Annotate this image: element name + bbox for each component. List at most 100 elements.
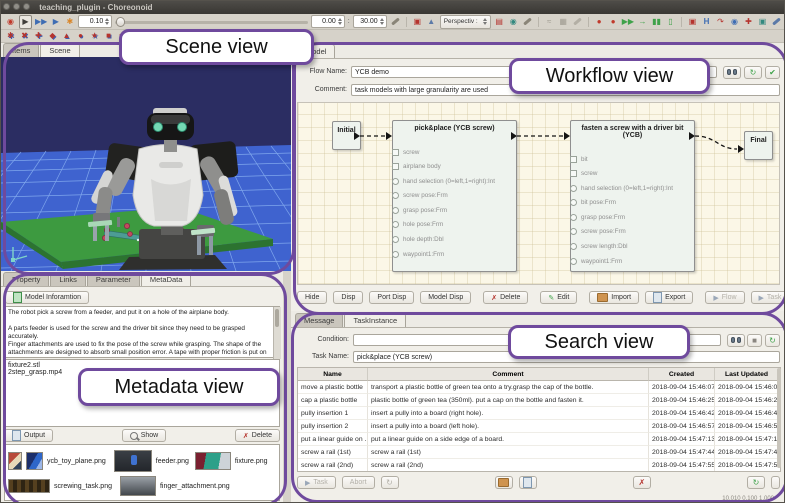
panel-icon[interactable]: ▣ [757, 16, 768, 28]
play-icon[interactable]: ▶ [50, 16, 61, 28]
teaching-tool-icon-4[interactable]: ◆ [47, 30, 58, 42]
disp-button[interactable]: Disp [333, 291, 364, 304]
collision-sphere-icon-2[interactable]: ● [608, 16, 619, 28]
port-marker-icon[interactable] [392, 177, 399, 185]
range-end-spinbox[interactable]: 30.00 [352, 15, 387, 28]
cell-name[interactable]: move a plastic bottle [298, 381, 368, 394]
port-marker-icon[interactable] [392, 163, 399, 171]
cell-created[interactable]: 2018-09-04 15:47:13 [649, 433, 715, 446]
cell-created[interactable]: 2018-09-04 15:46:07 [649, 381, 715, 394]
teaching-tool-icon-6[interactable]: ● [75, 30, 86, 42]
cell-updated[interactable]: 2018-09-04 15:47:13 [715, 433, 778, 446]
port-row[interactable]: bit pose:Frm [570, 199, 694, 207]
port-row[interactable]: waypoint1:Frm [392, 250, 516, 258]
tab-links[interactable]: Links [50, 272, 86, 286]
port-marker-icon[interactable] [570, 170, 577, 178]
window-maximize-icon[interactable] [23, 3, 30, 10]
run-task-button[interactable]: ▶ Task [297, 476, 336, 489]
teaching-tool-icon-1[interactable]: ✱ [5, 30, 16, 42]
cell-comment[interactable]: screw a rail (1st) [368, 446, 649, 459]
delete-file-button[interactable]: ✗ Delete [234, 429, 281, 442]
tab-items[interactable]: Items [3, 43, 40, 57]
collision-sphere-icon[interactable]: ● [594, 16, 605, 28]
port-marker-icon[interactable] [392, 148, 399, 156]
port-row[interactable]: bit [570, 155, 694, 163]
cell-name[interactable]: pully insertion 2 [298, 420, 368, 433]
node-pick-and-place[interactable]: pick&place (YCB screw) screw airplane bo… [392, 120, 517, 272]
thumbnail-image[interactable] [8, 479, 50, 493]
cell-comment[interactable]: insert a pully into a board (right hole)… [368, 407, 649, 420]
model-disp-button[interactable]: Model Disp [420, 291, 472, 304]
port-row[interactable]: hand selection (0=left,1=right):Int [392, 177, 516, 185]
cell-comment[interactable]: insert a pully into a board (left hole). [368, 420, 649, 433]
time-config-wrench-icon[interactable] [390, 16, 401, 28]
teaching-tool-icon-5[interactable]: ▲ [61, 30, 72, 42]
teaching-tool-icon-2[interactable]: ✖ [19, 30, 30, 42]
seek-forward-icon[interactable]: ▶▶ [622, 16, 634, 28]
thumbnail-image[interactable] [26, 452, 43, 470]
cell-created[interactable]: 2018-09-04 15:46:57 [649, 420, 715, 433]
cell-created[interactable]: 2018-09-04 15:47:44 [649, 446, 715, 459]
tab-message[interactable]: Message [295, 313, 344, 327]
col-header-name[interactable]: Name [298, 368, 368, 381]
graph-config-wrench-icon[interactable] [572, 16, 583, 28]
cell-updated[interactable]: 2018-09-04 15:46:42 [715, 407, 778, 420]
stop-icon[interactable]: ▯ [665, 16, 676, 28]
projection-select[interactable]: Perspectiv : [439, 14, 491, 29]
port-row[interactable]: airplane body [392, 163, 516, 171]
tab-taskinstance[interactable]: TaskInstance [344, 313, 407, 327]
teaching-tool-icon-7[interactable]: ★ [89, 30, 100, 42]
tab-property[interactable]: Property [3, 272, 50, 286]
world-icon[interactable]: ◉ [508, 16, 519, 28]
rotate-view-icon[interactable]: ↷ [715, 16, 726, 28]
port-marker-icon[interactable] [570, 199, 577, 207]
thumbnail-image[interactable] [119, 476, 156, 496]
delete-button[interactable]: ✗ Delete [483, 291, 529, 304]
collision-detect-icon[interactable]: ✱ [64, 16, 75, 28]
fit-view-icon[interactable]: H [701, 16, 712, 28]
port-marker-icon[interactable] [570, 228, 577, 236]
delete-task-button[interactable]: ✗ [632, 476, 651, 489]
capture-icon[interactable]: ▣ [687, 16, 698, 28]
port-row[interactable]: screw pose:Frm [570, 228, 694, 236]
export-task-button[interactable] [518, 476, 537, 489]
cell-created[interactable]: 2018-09-04 15:46:42 [649, 407, 715, 420]
port-disp-button[interactable]: Port Disp [369, 291, 415, 304]
cell-updated[interactable]: 2018-09-04 15:46:07 [715, 381, 778, 394]
tab-metadata[interactable]: MetaData [140, 272, 192, 286]
scene-edit-icon[interactable]: ▣ [412, 16, 423, 28]
time-step-spinbox[interactable]: 0.10 [78, 15, 113, 28]
step-forward-icon[interactable]: → [637, 16, 648, 28]
cell-updated[interactable]: 2018-09-04 15:46:25 [715, 394, 778, 407]
port-marker-icon[interactable] [392, 192, 399, 200]
teaching-tool-icon-3[interactable]: ✚ [33, 30, 44, 42]
cell-name[interactable]: pully insertion 1 [298, 407, 368, 420]
search-button[interactable] [727, 334, 745, 347]
hide-button[interactable]: Hide [297, 291, 328, 304]
cross-marker-icon[interactable]: ✚ [743, 16, 754, 28]
thumbnail-image[interactable] [113, 450, 152, 472]
port-row[interactable]: hole pose:Frm [392, 221, 516, 229]
refresh-search-button[interactable]: ↻ [765, 334, 780, 347]
simulation-start-icon[interactable]: ▶ [19, 14, 32, 29]
table-scrollbar[interactable] [777, 368, 781, 468]
window-close-icon[interactable] [3, 3, 10, 10]
stop-search-button[interactable]: ■ [747, 334, 762, 347]
port-marker-icon[interactable] [570, 155, 577, 163]
more-button[interactable] [771, 476, 780, 489]
cell-name[interactable]: screw a rail (1st) [298, 446, 368, 459]
settings-wrench-icon[interactable] [771, 16, 782, 28]
spin-arrows[interactable] [105, 18, 110, 25]
spin-arrows[interactable] [379, 18, 384, 25]
graph-grid-icon[interactable]: ▦ [558, 16, 569, 28]
port-marker-icon[interactable] [570, 257, 577, 265]
choreonoid-logo-icon[interactable]: ◉ [5, 16, 16, 28]
spin-arrows[interactable] [337, 18, 342, 25]
port-marker-icon[interactable] [570, 243, 577, 251]
thumbnail-image[interactable] [194, 452, 231, 470]
col-header-created[interactable]: Created [649, 368, 715, 381]
output-button[interactable]: Output [4, 429, 54, 442]
port-marker-icon[interactable] [392, 250, 399, 258]
port-marker-icon[interactable] [392, 236, 399, 244]
description-textarea[interactable]: The robot pick a screw from a feeder, an… [4, 306, 280, 358]
